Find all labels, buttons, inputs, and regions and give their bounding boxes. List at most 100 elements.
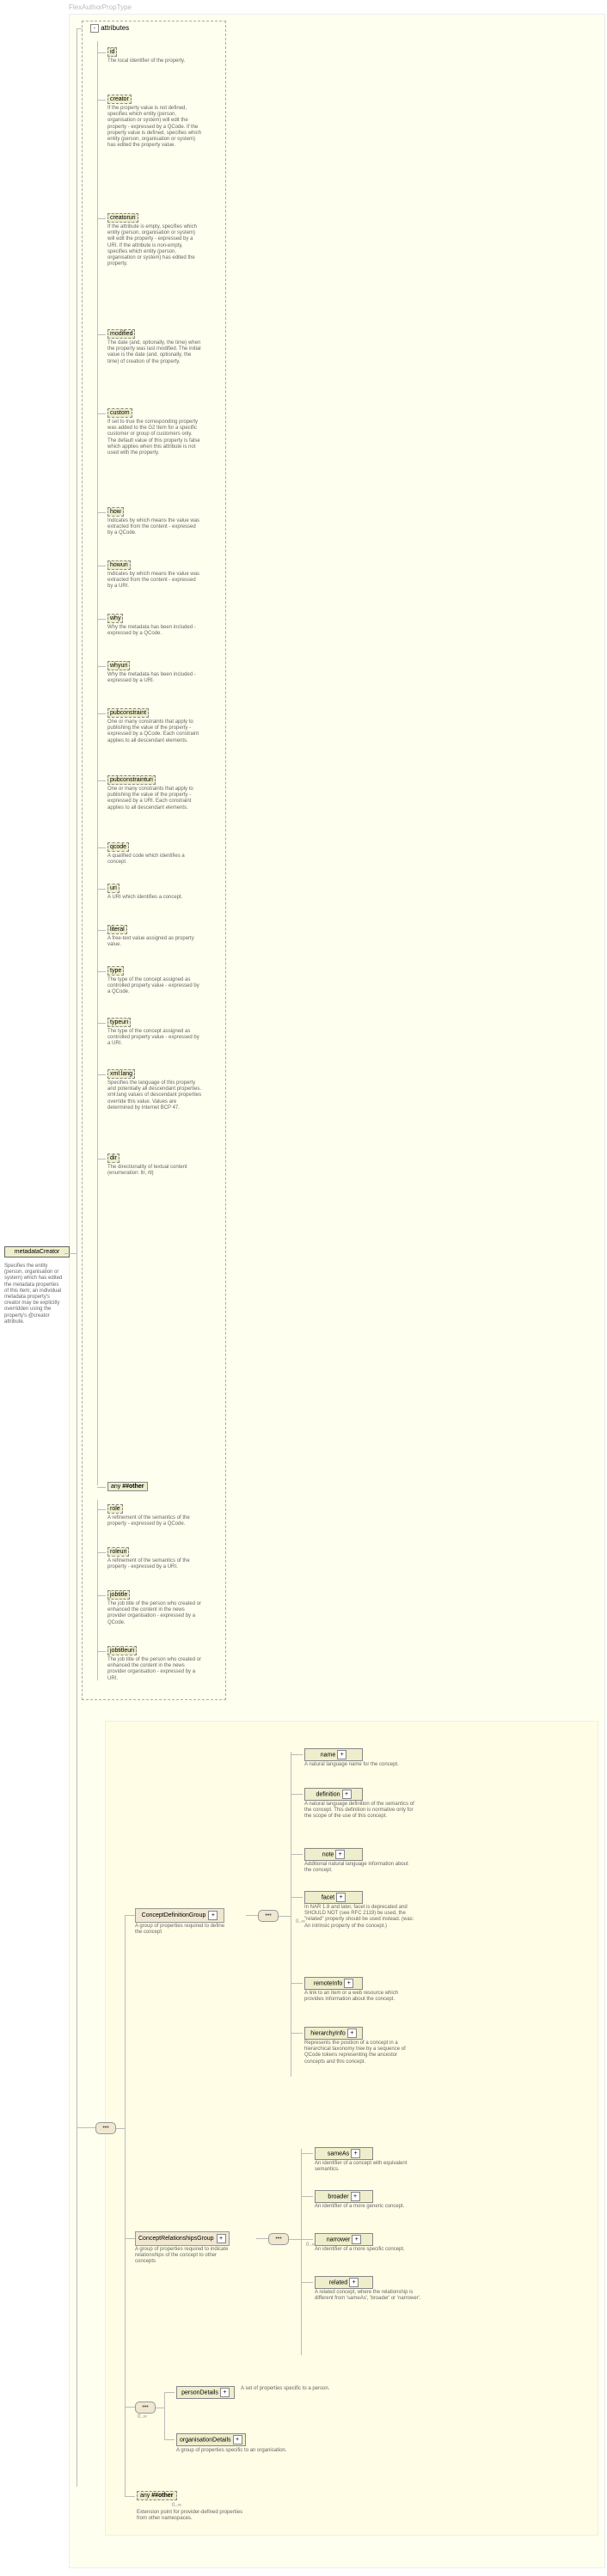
h-crg-dot: [256, 2238, 268, 2240]
h-a7: [97, 619, 106, 621]
h-cdg: [125, 1915, 135, 1917]
ext-any: any ##other: [137, 2491, 177, 2500]
h-a0: [97, 52, 106, 54]
attr-custom: custom: [107, 408, 132, 418]
e-desc: In NAR 1.8 and later, facet is deprecate…: [304, 1905, 414, 1930]
any-other-attr: any ##other: [107, 1482, 148, 1491]
attr-desc: The job title of the person who created …: [107, 1601, 202, 1626]
attr-row: pubconstrainturiOne or many constraints …: [107, 775, 219, 811]
attr-desc: Indicates by which means the value was e…: [107, 572, 202, 590]
element-name: name+: [304, 1748, 363, 1761]
v-attr-spine: [97, 41, 99, 1485]
occ-p: 0..∞: [138, 2414, 147, 2420]
e-desc: An identifier of a more specific concept…: [315, 2247, 425, 2253]
attr-type: type: [107, 966, 124, 976]
attr-qcode: qcode: [107, 842, 129, 852]
e-desc: A link to an item or a web resource whic…: [304, 1991, 414, 2003]
plus-icon[interactable]: +: [342, 1790, 352, 1799]
attr-desc: Why the metadata has been included - exp…: [107, 625, 202, 637]
attr-desc: The job title of the person who created …: [107, 1657, 202, 1682]
e-desc: An identifier of a concept with equivale…: [315, 2161, 425, 2173]
h-crg: [125, 2238, 135, 2240]
attr-creator: creator: [107, 95, 132, 104]
occ-ext: 0..∞: [172, 2503, 181, 2508]
plus-icon[interactable]: +: [347, 2028, 357, 2038]
h-a13: [97, 930, 106, 932]
crg-gate: [268, 2233, 289, 2245]
h-cd1: [291, 1794, 303, 1796]
attr-desc: One or many constraints that apply to pu…: [107, 719, 202, 744]
plus-icon[interactable]: +: [335, 1850, 345, 1859]
attr-row: literalA free-text value assigned as pro…: [107, 925, 219, 948]
h-r1: [97, 1552, 106, 1554]
plus-icon[interactable]: +: [217, 2234, 226, 2243]
attr-row: jobtitleThe job title of the person who …: [107, 1590, 219, 1626]
e-desc: A related concept, where the relationshi…: [315, 2290, 425, 2302]
org-desc: A group of properties specific to an org…: [176, 2448, 305, 2454]
attr-row: howIndicates by which means the value wa…: [107, 507, 219, 537]
attr-row: howuri Indicates by which means the value…: [107, 560, 219, 590]
attr-dir: dir: [107, 1153, 120, 1163]
attributes-label: - attributes: [86, 23, 131, 34]
h-a11: [97, 847, 106, 849]
h-a4: [97, 413, 106, 415]
attr-row: typeThe type of the concept assigned as …: [107, 966, 219, 996]
person-details-element: personDetails+: [176, 2386, 235, 2399]
attr-desc: A URI which identifies a concept.: [107, 895, 202, 901]
element-note: note+: [304, 1848, 363, 1861]
e-desc: Represents the position of a concept in …: [304, 2041, 414, 2065]
plus-icon[interactable]: +: [352, 2235, 361, 2244]
attr-roleuri: roleuri: [107, 1547, 129, 1557]
attr-row: qcodeA qualified code which identifies a…: [107, 842, 219, 866]
plus-icon[interactable]: +: [349, 2278, 359, 2287]
h-r0: [97, 1509, 106, 1511]
attr-desc: The date (and, optionally, the time) whe…: [107, 340, 202, 365]
h-a12: [97, 889, 106, 890]
concept-relationships-group: ConceptRelationshipsGroup+: [135, 2231, 230, 2246]
h-a8: [97, 666, 106, 668]
h-a15: [97, 1023, 106, 1025]
attr-desc: The local identifier of the property.: [107, 58, 202, 64]
v-person-spine: [164, 2392, 166, 2439]
element-hierarchyInfo: hierarchyInfo+: [304, 2027, 363, 2040]
attr-desc: If the property value is not defined, sp…: [107, 106, 202, 149]
h-root: [64, 1253, 77, 1255]
attr-role: role: [107, 1504, 123, 1514]
plus-icon[interactable]: +: [351, 2149, 360, 2158]
attr-creatoruri: creatoruri: [107, 213, 138, 223]
v-seq-spine: [125, 1915, 126, 2496]
attr-desc: Why the metadata has been included - exp…: [107, 672, 202, 684]
h-a9: [97, 713, 106, 715]
h-cd5: [291, 2033, 303, 2034]
attr-row: whyuriWhy the metadata has been included…: [107, 661, 219, 684]
h-person2: [156, 2408, 164, 2409]
attr-row: customIf set to true the corresponding p…: [107, 408, 219, 456]
plus-icon[interactable]: +: [344, 1979, 353, 1988]
attr-pubconstrainturi: pubconstrainturi: [107, 775, 156, 785]
attr-howuri: howuri: [107, 560, 131, 570]
plus-icon[interactable]: +: [336, 1893, 346, 1902]
attr-row: creator If the property value is not defi…: [107, 95, 219, 149]
h-crg-dot2: [289, 2239, 301, 2241]
plus-icon[interactable]: +: [220, 2388, 230, 2397]
e-desc: Additional natural language information …: [304, 1862, 414, 1874]
plus-icon[interactable]: +: [351, 2192, 360, 2201]
attr-row: whyWhy the metadata has been included - …: [107, 614, 219, 637]
attr-desc: Specifies the language of this property …: [107, 1080, 202, 1111]
plus-icon[interactable]: +: [233, 2435, 242, 2444]
collapse-attributes-icon[interactable]: -: [90, 24, 99, 33]
h-r3: [97, 1651, 106, 1653]
h-ext: [125, 2496, 135, 2498]
h-a6: [97, 566, 106, 567]
h-a17: [97, 1159, 106, 1160]
v-spine-main: [77, 28, 78, 2487]
h-cd3: [291, 1897, 303, 1899]
h-a14: [97, 971, 106, 973]
plus-icon[interactable]: +: [337, 1750, 346, 1759]
plus-icon[interactable]: +: [208, 1911, 218, 1920]
attr-text: attributes: [101, 24, 129, 32]
type-title: FlexAuthorPropType: [69, 3, 132, 11]
h-cr2: [301, 2239, 313, 2241]
org-details-element: organisationDetails+: [176, 2433, 246, 2446]
h-a2: [97, 218, 106, 220]
